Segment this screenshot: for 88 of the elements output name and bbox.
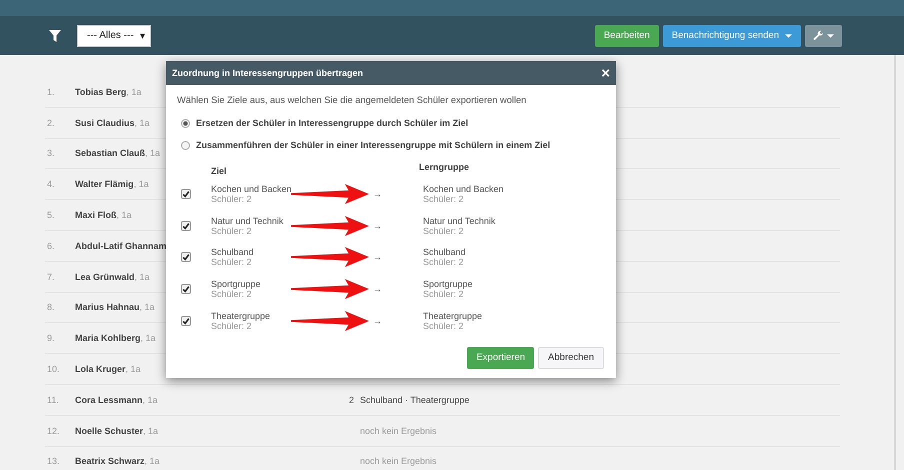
student-name: Cora Lessmann xyxy=(75,394,143,405)
group-name: Schulband xyxy=(211,247,255,258)
result-count: 2 xyxy=(348,394,354,405)
student-name: Noelle Schuster xyxy=(75,426,144,436)
group-count: Schüler: 2 xyxy=(211,257,253,268)
filter-icon[interactable] xyxy=(49,30,61,42)
group-name: Natur und Technik xyxy=(423,216,496,226)
arrow-glyph: → xyxy=(373,284,383,294)
group-count: Schüler: 2 xyxy=(423,226,465,236)
row-number: 13. xyxy=(46,456,61,466)
column-header: Lerngruppe xyxy=(419,162,470,174)
radio-button[interactable] xyxy=(181,118,190,128)
row-number: 10. xyxy=(46,364,61,374)
row-number: 12. xyxy=(46,426,61,436)
result-text: Schulband · Theatergruppe xyxy=(360,394,470,405)
row-number: 1. xyxy=(46,86,56,97)
tools-button[interactable] xyxy=(805,24,842,46)
student-class: , 1a xyxy=(126,86,142,97)
student-name: Abdul-Latif Ghannam xyxy=(75,240,166,251)
group-count: Schüler: 2 xyxy=(423,321,465,332)
checkbox[interactable] xyxy=(181,188,191,199)
result-text: noch kein Ergebnis xyxy=(360,426,437,436)
student-name: Lola Kruger xyxy=(75,364,126,374)
group-count: Schüler: 2 xyxy=(211,194,253,204)
group-name: Schulband xyxy=(423,247,466,258)
caret-icon xyxy=(785,34,792,38)
group-name: Kochen und Backen xyxy=(423,184,504,194)
filter-select[interactable]: --- Alles --- ▾ xyxy=(77,24,151,46)
student-name: Marius Hahnau xyxy=(75,302,140,312)
close-button[interactable]: × xyxy=(601,64,610,82)
student-class: , 1a xyxy=(140,333,156,344)
row-number: 5. xyxy=(46,210,56,220)
group-name: Natur und Technik xyxy=(211,216,284,226)
student-class: , 1a xyxy=(140,302,155,312)
row-number: 6. xyxy=(46,240,56,251)
group-name: Sportgruppe xyxy=(211,279,262,290)
student-class: , 1a xyxy=(134,272,150,282)
row-number: 2. xyxy=(46,118,56,128)
student-name: Susi Claudius xyxy=(75,118,135,128)
student-name: Beatrix Schwarz xyxy=(75,456,145,466)
student-class: , 1a xyxy=(145,148,160,158)
row-number: 9. xyxy=(46,333,56,344)
row-number: 11. xyxy=(46,394,60,405)
group-count: Schüler: 2 xyxy=(423,194,465,204)
row-number: 8. xyxy=(46,302,56,312)
row-number: 7. xyxy=(46,272,56,282)
arrow-glyph: → xyxy=(373,188,383,199)
intro-text: Wählen Sie Ziele aus, aus welchen Sie die angemeldeten Schüler exportieren wollen xyxy=(177,95,528,105)
group-name: Sportgruppe xyxy=(423,279,473,290)
student-class: , 1a xyxy=(134,179,149,190)
student-name: Lea Grünwald xyxy=(75,272,135,282)
student-name: Sebastian Clauß xyxy=(75,148,146,158)
row-number: 4. xyxy=(46,179,56,190)
checkbox[interactable] xyxy=(181,316,191,326)
caret-icon xyxy=(827,34,834,38)
option-label: Zusammenführen der Schüler in einer Interessengruppe mit Schülern in einem Ziel xyxy=(196,140,550,150)
student-class: , 1a xyxy=(142,394,158,405)
checkbox[interactable] xyxy=(181,252,191,262)
group-count: Schüler: 2 xyxy=(211,226,253,236)
checkbox[interactable] xyxy=(181,284,191,294)
student-name: Tobias Berg xyxy=(75,86,126,97)
radio-button[interactable] xyxy=(181,140,190,150)
dialog-button[interactable]: Abbrechen xyxy=(538,346,604,369)
arrow-glyph: → xyxy=(373,252,383,262)
row-number: 3. xyxy=(46,148,56,158)
student-class: , 1a xyxy=(143,426,158,436)
dialog-title: Zuordnung in Interessengruppen übertragen xyxy=(172,68,364,78)
group-count: Schüler: 2 xyxy=(423,257,465,268)
column-header: Ziel xyxy=(211,165,228,178)
group-count: Schüler: 2 xyxy=(211,321,253,332)
student-name: Maria Kohlberg xyxy=(75,333,141,344)
arrow-glyph: → xyxy=(373,316,383,326)
group-name: Theatergruppe xyxy=(211,311,272,322)
group-count: Schüler: 2 xyxy=(211,289,253,300)
student-name: Maxi Floß xyxy=(75,210,117,220)
group-name: Theatergruppe xyxy=(423,311,482,322)
student-class: , 1a xyxy=(134,118,150,128)
checkbox[interactable] xyxy=(181,220,191,231)
group-name: Kochen und Backen xyxy=(211,184,291,194)
student-class: , 1a xyxy=(116,210,132,220)
student-class: , 1a xyxy=(126,364,141,374)
group-count: Schüler: 2 xyxy=(423,289,465,300)
option-label: Ersetzen der Schüler in Interessengruppe durch Schüler im Ziel xyxy=(196,118,468,128)
wrench-icon xyxy=(813,30,824,41)
student-name: Walter Flämig xyxy=(75,179,134,190)
student-class: , 1a xyxy=(144,456,160,466)
result-text: noch kein Ergebnis xyxy=(360,456,437,466)
arrow-glyph: → xyxy=(373,220,383,231)
